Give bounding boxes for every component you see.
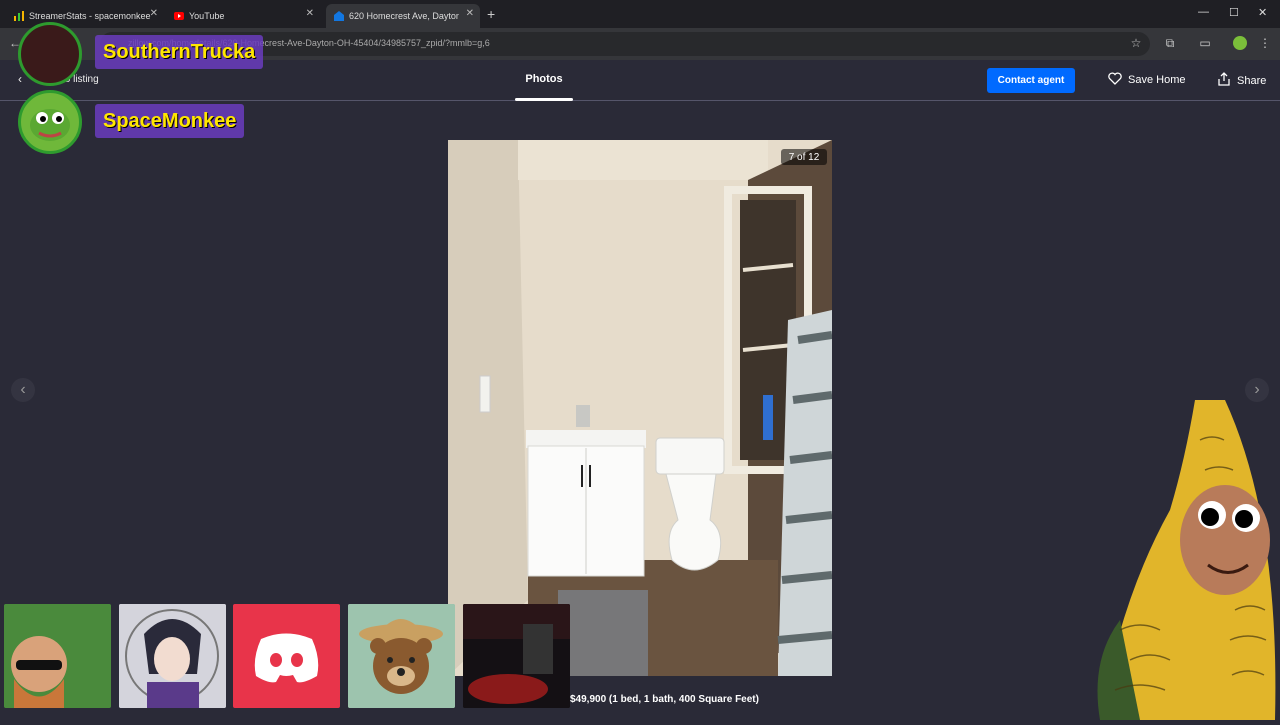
tab-photos[interactable]: Photos xyxy=(515,73,573,85)
thumbnail-bearded-man xyxy=(4,604,111,708)
browser-tab-bar: StreamerStats - spacemonkee ✕ YouTube ✕ … xyxy=(0,0,1280,28)
thumbnail-discord xyxy=(233,604,340,708)
thumbnail-anime-character xyxy=(119,604,226,708)
tab-streamerstats[interactable]: StreamerStats - spacemonkee ✕ xyxy=(6,4,164,28)
tab-zillow[interactable]: 620 Homecrest Ave, Dayton, OH ✕ xyxy=(326,4,480,28)
webcam-overlay xyxy=(1060,400,1280,720)
chevron-left-icon: ‹ xyxy=(20,381,26,398)
close-tab-icon[interactable]: ✕ xyxy=(466,8,474,19)
save-home-label: Save Home xyxy=(1128,74,1186,86)
viewer-avatar xyxy=(18,90,82,154)
contact-agent-button[interactable]: Contact agent xyxy=(987,68,1075,93)
save-home-button[interactable]: Save Home xyxy=(1108,72,1185,88)
youtube-icon xyxy=(174,11,184,21)
viewer-avatar xyxy=(18,22,82,86)
bookmark-star-icon[interactable]: ☆ xyxy=(1129,36,1143,50)
profile-avatar[interactable] xyxy=(1233,36,1247,50)
next-photo-button[interactable]: › xyxy=(1245,378,1269,402)
tab-youtube[interactable]: YouTube ✕ xyxy=(166,4,320,28)
menu-dots-icon[interactable]: ⋮ xyxy=(1258,36,1272,50)
maximize-icon[interactable]: ☐ xyxy=(1229,6,1239,19)
share-label: Share xyxy=(1237,74,1267,87)
thumbnail-smokey-bear xyxy=(348,604,455,708)
viewer-name: SpaceMonkee xyxy=(95,104,245,138)
heart-icon xyxy=(1108,72,1122,88)
chevron-right-icon: › xyxy=(1254,381,1260,398)
zillow-icon xyxy=(334,11,344,21)
close-window-icon[interactable]: ✕ xyxy=(1258,6,1267,19)
tab-title: YouTube xyxy=(189,11,225,21)
active-tab-indicator xyxy=(515,98,573,101)
close-tab-icon[interactable]: ✕ xyxy=(150,8,158,19)
share-button[interactable]: Share xyxy=(1217,72,1266,89)
chevron-left-icon: ‹ xyxy=(18,72,22,86)
bar-chart-icon xyxy=(14,11,24,21)
tab-title: 620 Homecrest Ave, Dayton, OH xyxy=(349,11,459,21)
viewer-name: SouthernTrucka xyxy=(95,35,264,69)
photo-counter: 7 of 12 xyxy=(781,149,827,165)
minimize-icon[interactable]: — xyxy=(1198,6,1209,18)
thumbnail-dark-room xyxy=(463,604,570,708)
share-icon xyxy=(1217,72,1231,89)
listing-caption: $49,900 (1 bed, 1 bath, 400 Square Feet) xyxy=(570,694,759,705)
close-tab-icon[interactable]: ✕ xyxy=(306,8,314,19)
tab-title: StreamerStats - spacemonkee xyxy=(29,11,151,21)
new-tab-icon[interactable]: + xyxy=(487,6,495,22)
side-panel-icon[interactable]: ▭ xyxy=(1198,36,1212,50)
listing-photo[interactable] xyxy=(448,140,832,676)
previous-photo-button[interactable]: ‹ xyxy=(11,378,35,402)
extensions-icon[interactable]: ⧉ xyxy=(1163,36,1177,50)
